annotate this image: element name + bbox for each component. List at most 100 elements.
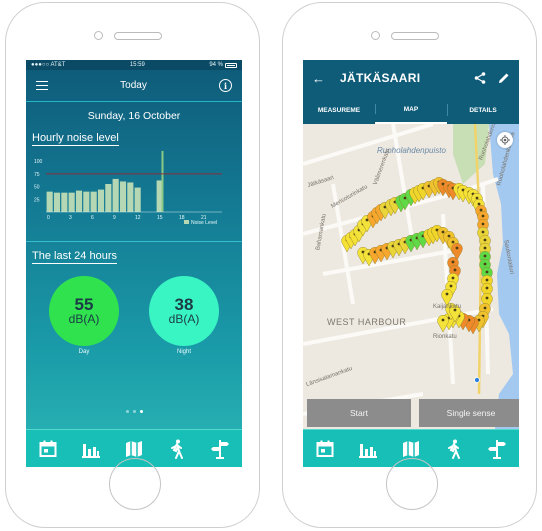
calendar-icon — [39, 440, 57, 457]
page-indicator[interactable] — [26, 410, 242, 413]
header-actions — [474, 72, 510, 84]
y-tick-label: 75 — [34, 172, 40, 178]
menu-icon[interactable] — [36, 81, 48, 90]
measurement-pins — [341, 177, 493, 383]
pin-center — [481, 222, 485, 226]
chart-bar — [90, 191, 97, 212]
date-label: Sunday, 16 October — [87, 110, 181, 122]
map-label-kaijankatu: Kaijankatu — [433, 304, 462, 310]
signpost-icon — [211, 439, 230, 459]
poi-marker[interactable] — [474, 377, 480, 383]
map-screen: ← JÄTKÄSAARI MEASUREME MAP DETAILS Ruoho… — [303, 60, 519, 467]
day-label: Day — [78, 349, 90, 355]
walking-icon — [448, 439, 461, 459]
map-icon — [402, 440, 419, 457]
status-bar: ●●●○○ AT&T 15:59 94 % — [26, 60, 242, 70]
tab-calendar[interactable] — [312, 436, 338, 462]
pin-center — [479, 208, 483, 212]
start-button[interactable]: Start — [307, 399, 411, 427]
y-tick-label: 50 — [34, 185, 40, 191]
bar-chart-icon — [81, 443, 100, 458]
x-tick-label: 15 — [157, 215, 163, 221]
front-camera — [371, 31, 380, 40]
x-tick-label: 0 — [47, 215, 50, 221]
pin-center — [449, 284, 453, 288]
phone-frame-left: ●●●○○ AT&T 15:59 94 % Today i Sunday, 16… — [5, 2, 260, 528]
pin-center — [485, 296, 489, 300]
tab-measurements[interactable]: MEASUREME — [303, 96, 375, 124]
single-sense-button[interactable]: Single sense — [419, 399, 519, 427]
page-dot[interactable] — [125, 410, 129, 413]
today-screen: ●●●○○ AT&T 15:59 94 % Today i Sunday, 16… — [26, 60, 242, 467]
tab-details[interactable]: DETAILS — [447, 96, 519, 124]
tab-directions[interactable] — [484, 436, 510, 462]
home-button[interactable] — [386, 458, 438, 510]
map-label-rionkatu: Rionkatu — [433, 334, 457, 340]
night-summary[interactable]: 38 dB(A) Night — [149, 276, 219, 355]
pin-center — [447, 234, 451, 238]
pin-center — [455, 246, 459, 250]
chart-bar — [53, 192, 61, 212]
locate-button[interactable] — [497, 132, 513, 148]
walking-icon — [171, 439, 184, 459]
chart-highlight-bar — [161, 150, 164, 212]
tab-calendar[interactable] — [35, 436, 61, 462]
night-label: Night — [176, 349, 191, 355]
pin-center — [481, 230, 485, 234]
tab-map[interactable]: MAP — [375, 96, 447, 124]
pin-center — [483, 306, 487, 310]
page-dot[interactable] — [132, 410, 136, 413]
pin-center — [483, 246, 487, 250]
page-title: JÄTKÄSAARI — [340, 71, 421, 85]
carrier: ●●●○○ AT&T — [31, 62, 66, 68]
app-bar: Today i — [26, 70, 242, 102]
night-value: 38 — [174, 294, 194, 314]
x-tick-label: 18 — [179, 215, 185, 221]
edit-icon[interactable] — [498, 72, 510, 84]
summary-circles: 55 dB(A) Day 38 dB(A) Night — [26, 276, 242, 355]
y-tick-label: 25 — [34, 197, 40, 203]
last24-section-title: The last 24 hours — [32, 250, 117, 264]
day-value: 55 — [74, 294, 94, 314]
back-arrow-icon[interactable]: ← — [312, 71, 328, 86]
tab-walk[interactable] — [441, 436, 467, 462]
y-tick-label: 100 — [34, 159, 43, 165]
phone-frame-right: ← JÄTKÄSAARI MEASUREME MAP DETAILS Ruoho… — [282, 2, 537, 528]
map-canvas — [303, 124, 519, 429]
pin-center — [453, 268, 457, 272]
tab-directions[interactable] — [207, 436, 233, 462]
chart-bar — [119, 181, 127, 212]
chart-bar — [112, 178, 119, 212]
crosshair-icon — [500, 135, 510, 145]
pin-center — [475, 196, 479, 200]
pin-center — [451, 276, 455, 280]
front-camera — [94, 31, 103, 40]
page-dot-active[interactable] — [139, 410, 143, 413]
chart-bar — [127, 182, 134, 212]
pin-center — [483, 254, 487, 258]
x-tick-label: 3 — [69, 215, 72, 221]
pin-center — [477, 202, 481, 206]
tab-stats[interactable] — [355, 436, 381, 462]
share-icon[interactable] — [474, 72, 486, 84]
night-circle: 38 dB(A) — [149, 276, 219, 346]
chart-bar — [97, 189, 105, 212]
map-view[interactable]: Ruoholahdenpuisto Jätkäsaari Merisoturin… — [303, 124, 519, 429]
home-button[interactable] — [109, 458, 161, 510]
day-summary[interactable]: 55 dB(A) Day — [49, 276, 119, 355]
status-right: 94 % — [209, 62, 237, 68]
pin-center — [481, 214, 485, 218]
legend-label: Noise Level — [191, 220, 217, 226]
earpiece — [391, 32, 439, 40]
hourly-section-title: Hourly noise level — [32, 132, 119, 146]
day-unit: dB(A) — [68, 311, 100, 326]
tab-walk[interactable] — [164, 436, 190, 462]
map-label-west-harbour: WEST HARBOUR — [327, 317, 407, 327]
tab-stats[interactable] — [78, 436, 104, 462]
pin-center — [451, 240, 455, 244]
pin-center — [485, 278, 489, 282]
chart-bar — [61, 192, 68, 212]
measurement-pin[interactable] — [437, 315, 449, 333]
info-icon[interactable]: i — [219, 79, 232, 92]
day-circle: 55 dB(A) — [49, 276, 119, 346]
